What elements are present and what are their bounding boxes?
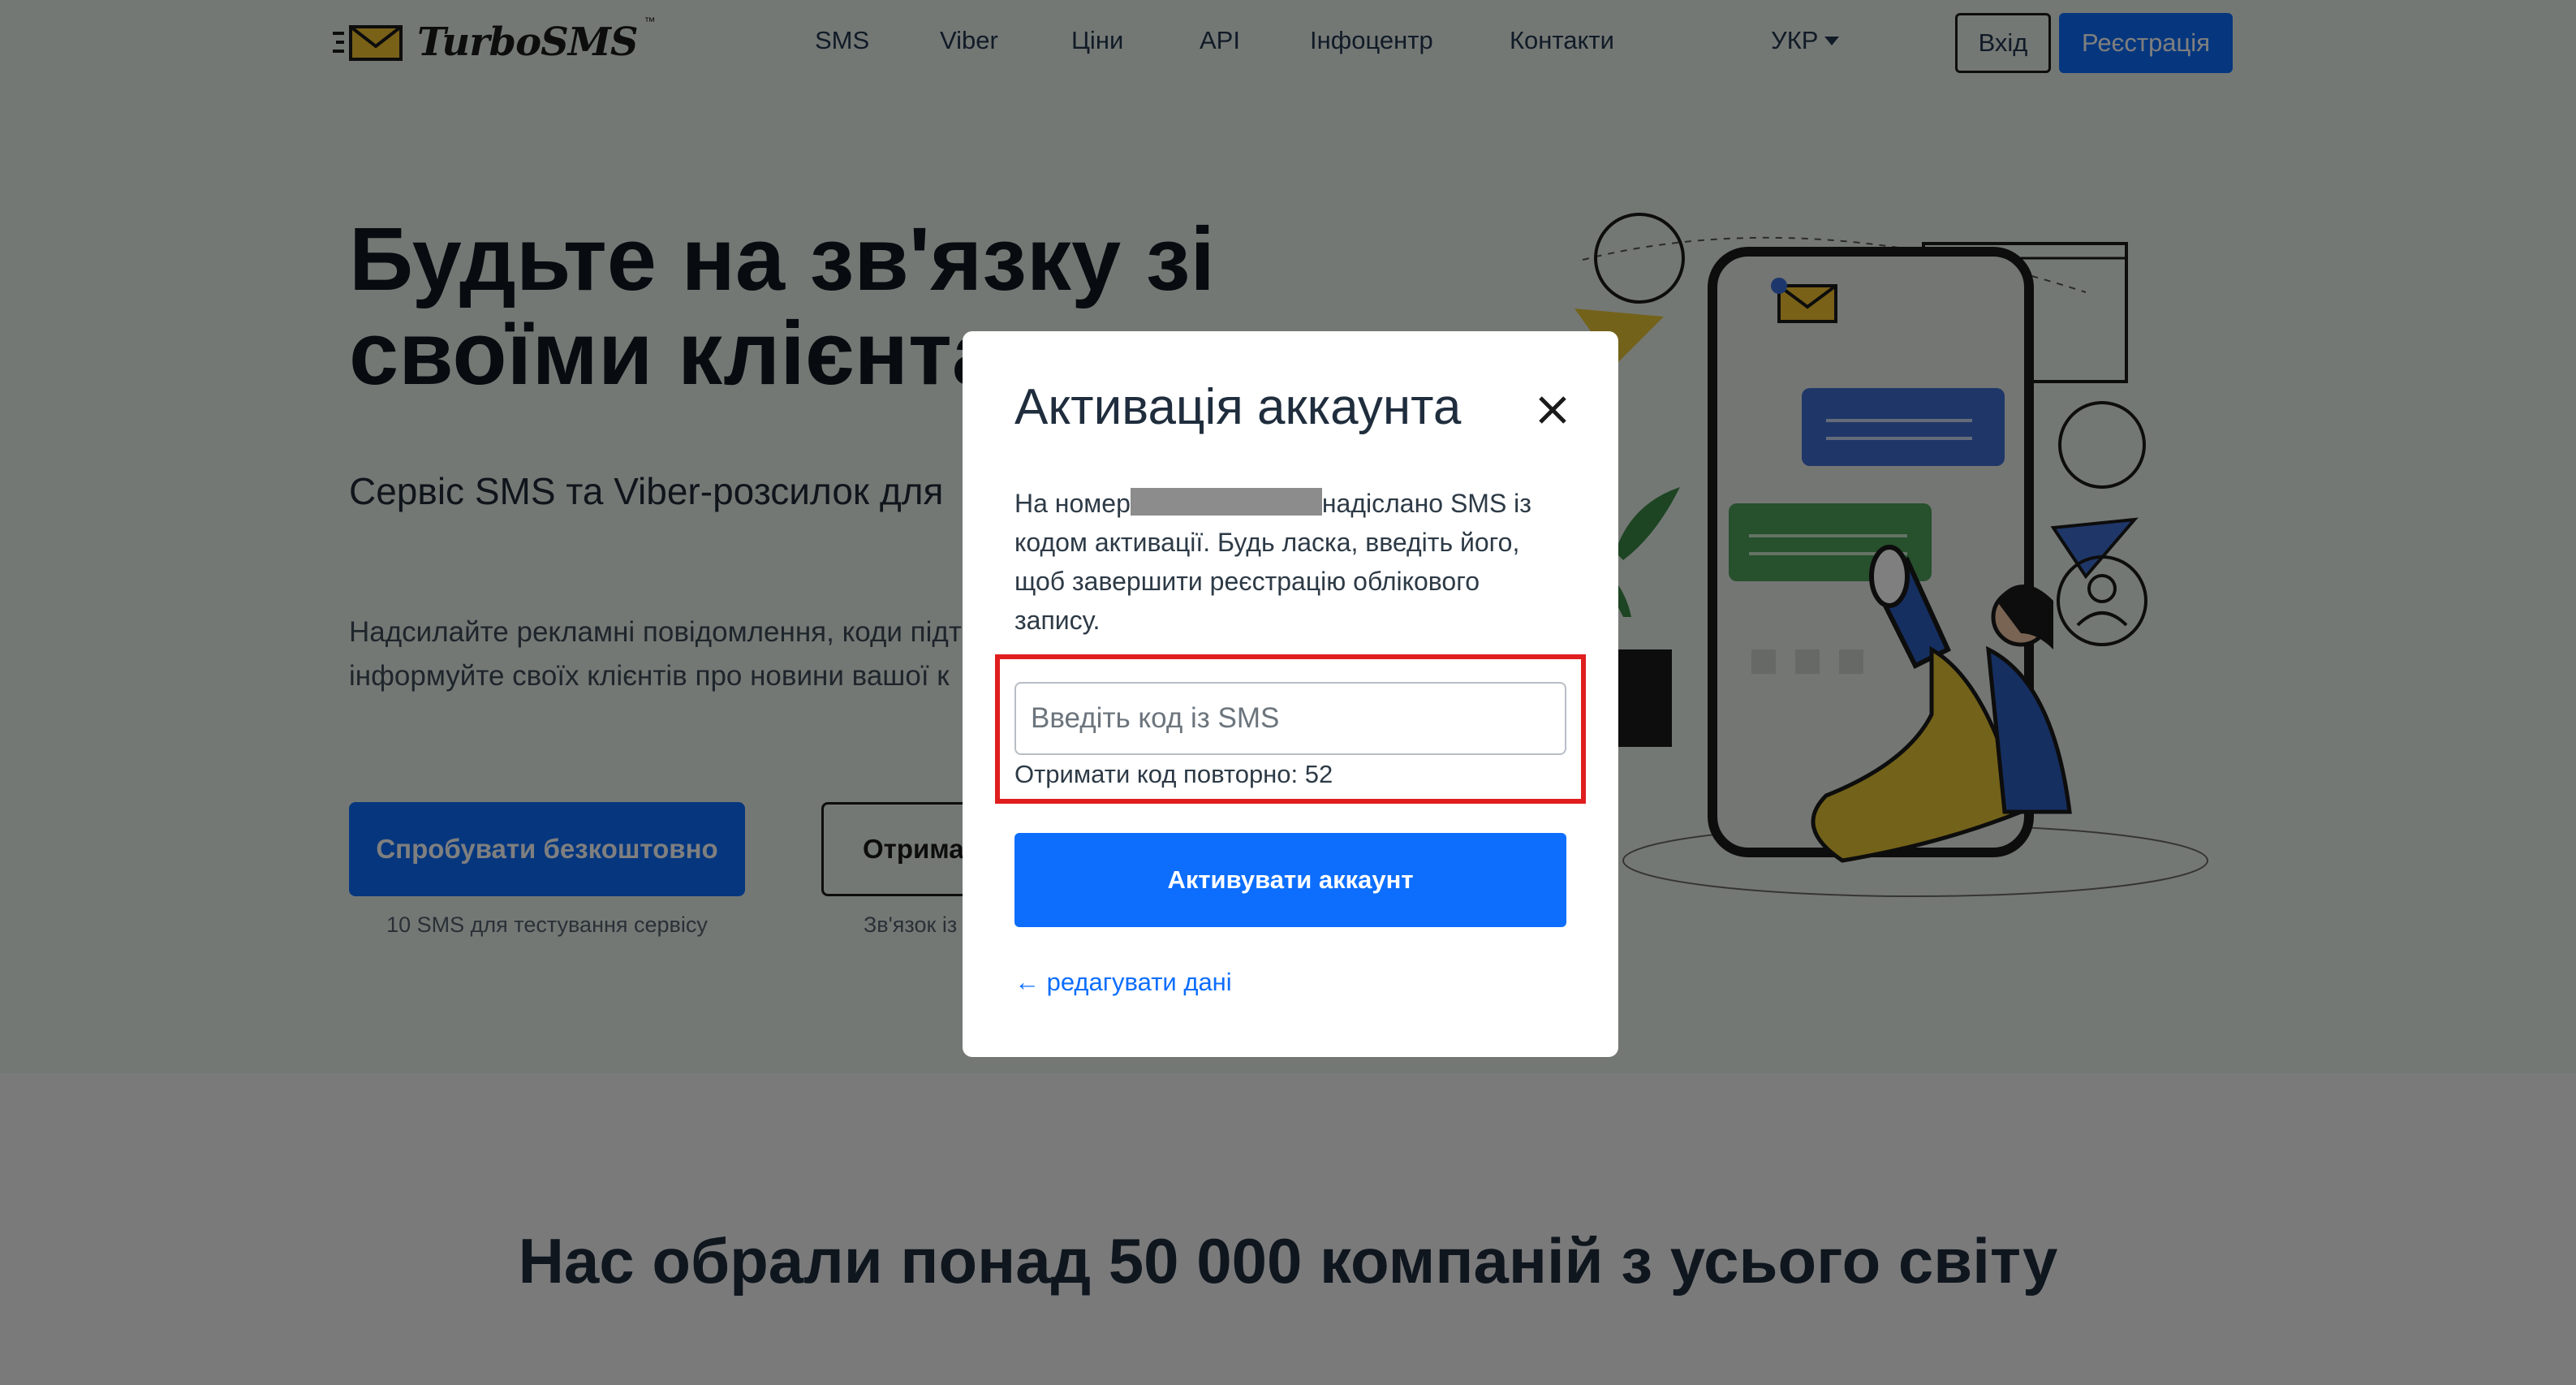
redacted-phone-number (1130, 488, 1322, 516)
close-icon[interactable] (1531, 388, 1574, 432)
account-activation-modal: Активація аккаунта На номер надіслано SMS… (963, 331, 1618, 1057)
activate-account-button[interactable]: Активувати аккаунт (1014, 833, 1566, 927)
edit-data-link[interactable]: ← редагувати дані (1014, 968, 1232, 997)
resend-code-timer: Отримати код повторно: 52 (1014, 760, 1333, 788)
activation-message: На номер надіслано SMS із кодом активації… (1014, 484, 1566, 640)
sms-code-input[interactable] (1014, 682, 1566, 755)
modal-title: Активація аккаунта (1014, 379, 1462, 435)
message-prefix: На номер (1014, 489, 1131, 518)
